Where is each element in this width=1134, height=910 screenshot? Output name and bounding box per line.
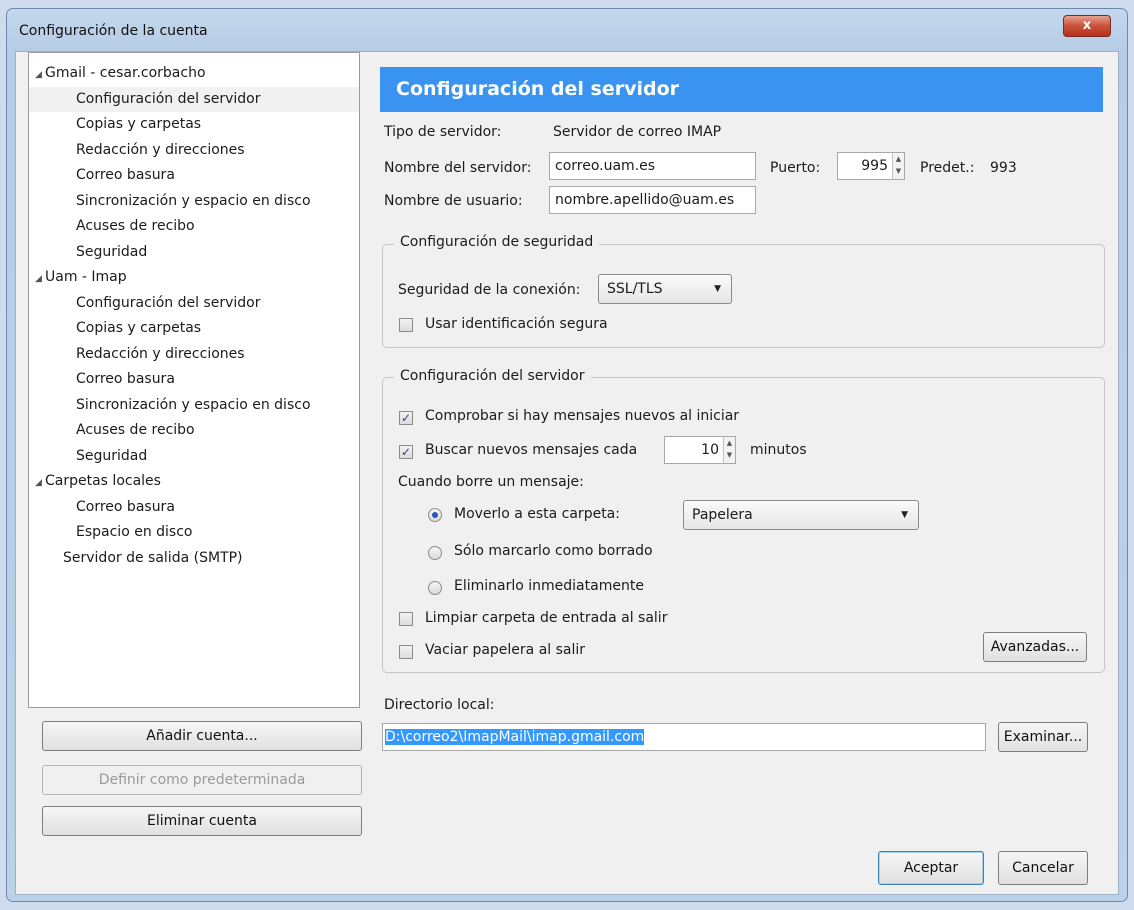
empty-trash-checkbox[interactable] xyxy=(399,645,413,659)
trash-folder-select[interactable]: Papelera ▼ xyxy=(683,500,919,530)
expand-triangle-icon[interactable]: ◢ xyxy=(35,471,45,496)
minutes-label: minutos xyxy=(750,442,807,458)
port-value: 995 xyxy=(861,158,888,174)
default-port-label: Predet.: xyxy=(920,160,975,176)
on-delete-label: Cuando borre un mensaje: xyxy=(398,474,584,490)
mark-deleted-radio[interactable] xyxy=(428,546,442,560)
title-bar: Configuración de la cuenta x xyxy=(7,9,1127,49)
add-account-button[interactable]: Añadir cuenta... xyxy=(42,721,362,751)
tree-item[interactable]: Seguridad xyxy=(76,240,147,265)
tree-item[interactable]: Acuses de recibo xyxy=(76,418,195,443)
security-legend: Configuración de seguridad xyxy=(394,234,600,250)
window-title: Configuración de la cuenta xyxy=(19,23,208,39)
tree-account-1[interactable]: ◢ Uam - Imap xyxy=(35,265,127,290)
port-label: Puerto: xyxy=(770,160,821,176)
server-type-label: Tipo de servidor: xyxy=(384,124,502,140)
tree-item[interactable]: Correo basura xyxy=(76,163,175,188)
server-type-value: Servidor de correo IMAP xyxy=(553,124,722,140)
tree-item[interactable]: Acuses de recibo xyxy=(76,214,195,239)
spin-down-icon[interactable]: ▼ xyxy=(724,449,735,461)
server-name-input[interactable]: correo.uam.es xyxy=(549,152,756,180)
secure-auth-checkbox[interactable] xyxy=(399,318,413,332)
tree-item[interactable]: Seguridad xyxy=(76,444,147,469)
local-dir-label: Directorio local: xyxy=(384,697,495,713)
remove-immediately-radio[interactable] xyxy=(428,581,442,595)
tree-item[interactable]: Configuración del servidor xyxy=(29,86,359,112)
local-dir-value: D:\correo2\ImapMail\imap.gmail.com xyxy=(385,729,645,745)
tree-account-label: Gmail - cesar.corbacho xyxy=(45,65,206,81)
username-input[interactable]: nombre.apellido@uam.es xyxy=(549,186,756,214)
tree-item[interactable]: Copias y carpetas xyxy=(76,316,201,341)
check-startup-label: Comprobar si hay mensajes nuevos al inic… xyxy=(425,408,740,424)
spin-up-icon[interactable]: ▲ xyxy=(893,153,904,165)
tree-item-smtp[interactable]: Servidor de salida (SMTP) xyxy=(63,546,243,571)
tree-item[interactable]: Sincronización y espacio en disco xyxy=(76,189,311,214)
tree-item[interactable]: Correo basura xyxy=(76,367,175,392)
connection-security-label: Seguridad de la conexión: xyxy=(398,282,581,298)
check-startup-checkbox[interactable]: ✓ xyxy=(399,411,413,425)
tree-account-2[interactable]: ◢ Carpetas locales xyxy=(35,469,161,494)
tree-account-label: Uam - Imap xyxy=(45,269,127,285)
empty-trash-label: Vaciar papelera al salir xyxy=(425,642,586,658)
set-default-button[interactable]: Definir como predeterminada xyxy=(42,765,362,795)
clean-inbox-label: Limpiar carpeta de entrada al salir xyxy=(425,610,668,626)
port-spinner[interactable]: ▲ ▼ xyxy=(892,153,904,179)
browse-button[interactable]: Examinar... xyxy=(998,722,1088,752)
mark-deleted-label: Sólo marcarlo como borrado xyxy=(454,543,653,559)
default-port-value: 993 xyxy=(990,160,1017,176)
accept-button[interactable]: Aceptar xyxy=(878,851,984,885)
local-dir-input[interactable]: D:\correo2\ImapMail\imap.gmail.com xyxy=(382,723,986,751)
username-label: Nombre de usuario: xyxy=(384,193,523,209)
tree-item[interactable]: Redacción y direcciones xyxy=(76,342,245,367)
spin-down-icon[interactable]: ▼ xyxy=(893,165,904,177)
tree-item[interactable]: Sincronización y espacio en disco xyxy=(76,393,311,418)
secure-auth-label: Usar identificación segura xyxy=(425,316,608,332)
tree-item[interactable]: Espacio en disco xyxy=(76,520,192,545)
expand-triangle-icon[interactable]: ◢ xyxy=(35,63,45,88)
tree-item[interactable]: Correo basura xyxy=(76,495,175,520)
radio-selected-dot xyxy=(432,512,438,518)
tree-item[interactable]: Configuración del servidor xyxy=(76,291,261,316)
spin-up-icon[interactable]: ▲ xyxy=(724,437,735,449)
advanced-button[interactable]: Avanzadas... xyxy=(983,632,1087,662)
tree-item[interactable]: Copias y carpetas xyxy=(76,112,201,137)
expand-triangle-icon[interactable]: ◢ xyxy=(35,267,45,292)
tree-account-label: Carpetas locales xyxy=(45,473,161,489)
account-tree[interactable]: ◢ Gmail - cesar.corbacho Configuración del… xyxy=(28,52,360,708)
close-button[interactable]: x xyxy=(1063,15,1111,37)
panel-header: Configuración del servidor xyxy=(380,67,1103,112)
server-name-label: Nombre del servidor: xyxy=(384,160,532,176)
delete-account-button[interactable]: Eliminar cuenta xyxy=(42,806,362,836)
cancel-button[interactable]: Cancelar xyxy=(998,851,1088,885)
server-settings-legend: Configuración del servidor xyxy=(394,368,591,384)
dropdown-arrow-icon: ▼ xyxy=(714,284,721,294)
check-every-label: Buscar nuevos mensajes cada xyxy=(425,442,638,458)
move-to-folder-label: Moverlo a esta carpeta: xyxy=(454,506,620,522)
tree-account-0[interactable]: ◢ Gmail - cesar.corbacho xyxy=(35,61,206,86)
dropdown-arrow-icon: ▼ xyxy=(901,510,908,520)
connection-security-select[interactable]: SSL/TLS ▼ xyxy=(598,274,732,304)
check-every-checkbox[interactable]: ✓ xyxy=(399,445,413,459)
clean-inbox-checkbox[interactable] xyxy=(399,612,413,626)
move-to-folder-radio[interactable] xyxy=(428,508,442,522)
tree-item[interactable]: Redacción y direcciones xyxy=(76,138,245,163)
check-interval-value: 10 xyxy=(701,442,719,458)
remove-immediately-label: Eliminarlo inmediatamente xyxy=(454,578,644,594)
interval-spinner[interactable]: ▲ ▼ xyxy=(723,437,735,463)
